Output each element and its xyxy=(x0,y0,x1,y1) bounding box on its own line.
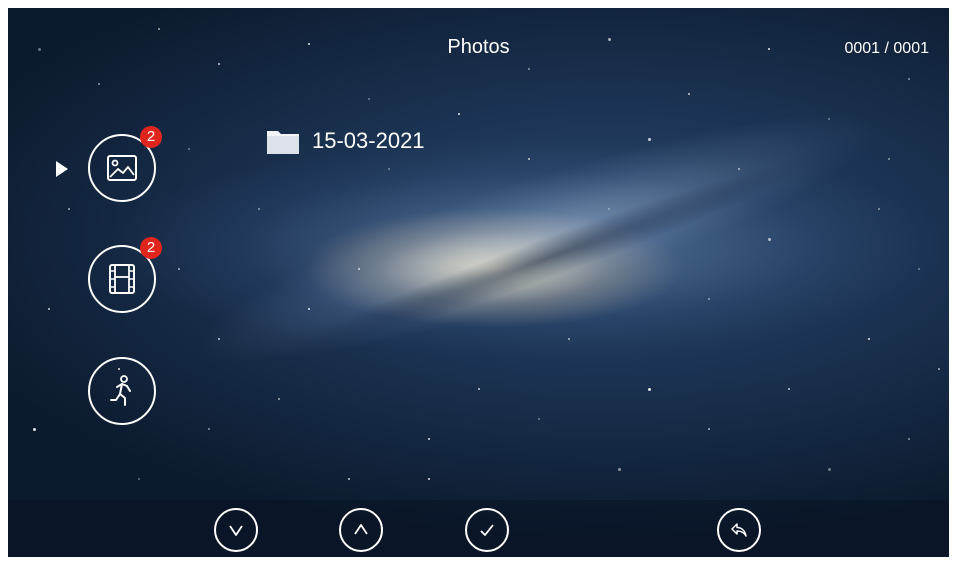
star xyxy=(908,438,910,440)
star xyxy=(218,338,220,340)
star xyxy=(618,468,621,471)
check-icon xyxy=(480,524,494,536)
running-person-icon xyxy=(110,375,131,406)
star xyxy=(528,158,530,160)
star xyxy=(48,308,50,310)
star xyxy=(828,468,831,471)
star xyxy=(158,28,160,30)
star xyxy=(828,118,830,120)
star xyxy=(788,388,790,390)
star xyxy=(98,83,100,85)
videos-count-badge: 2 xyxy=(140,237,162,259)
star xyxy=(428,438,430,440)
film-icon xyxy=(109,264,135,294)
motion-category-button[interactable] xyxy=(88,357,156,425)
star xyxy=(258,208,260,210)
star xyxy=(888,158,890,160)
star xyxy=(68,208,70,210)
star xyxy=(688,93,690,95)
galaxy-background xyxy=(177,69,899,407)
folder-name: 15-03-2021 xyxy=(312,128,425,153)
star xyxy=(648,388,651,391)
back-button[interactable] xyxy=(717,508,761,552)
scroll-up-button[interactable] xyxy=(339,508,383,552)
star xyxy=(188,148,190,150)
chevron-up-icon xyxy=(354,524,368,535)
star xyxy=(938,368,940,370)
bottom-toolbar xyxy=(8,500,949,557)
star xyxy=(348,478,350,480)
star xyxy=(568,338,570,340)
folder-icon xyxy=(267,131,299,154)
star xyxy=(368,98,370,100)
photos-count-badge: 2 xyxy=(140,126,162,148)
star xyxy=(208,428,210,430)
star xyxy=(868,338,870,340)
return-arrow-icon xyxy=(731,523,747,537)
star xyxy=(608,208,610,210)
star xyxy=(428,478,430,480)
star xyxy=(708,428,710,430)
star xyxy=(528,68,530,70)
star xyxy=(278,398,280,400)
star xyxy=(458,113,460,115)
star xyxy=(538,418,540,420)
star xyxy=(878,208,880,210)
folder-item[interactable]: 15-03-2021 xyxy=(266,126,425,156)
scroll-down-button[interactable] xyxy=(214,508,258,552)
star xyxy=(33,428,36,431)
selection-pointer-icon xyxy=(56,161,68,177)
star xyxy=(738,168,740,170)
star xyxy=(478,388,480,390)
star xyxy=(358,268,360,270)
photo-browser-screen: Photos 0001 / 0001 2 2 15-03-2021 xyxy=(8,8,949,557)
page-title: Photos xyxy=(447,36,510,58)
star xyxy=(218,63,220,65)
star xyxy=(908,78,910,80)
page-counter: 0001 / 0001 xyxy=(844,40,929,57)
star xyxy=(138,478,140,480)
confirm-button[interactable] xyxy=(465,508,509,552)
star xyxy=(648,138,651,141)
star xyxy=(768,238,771,241)
photos-category-button[interactable]: 2 xyxy=(88,126,162,202)
star xyxy=(708,298,710,300)
star xyxy=(388,168,390,170)
star xyxy=(308,308,310,310)
videos-category-button[interactable]: 2 xyxy=(88,237,162,313)
image-icon xyxy=(107,155,137,181)
star xyxy=(918,268,920,270)
chevron-down-icon xyxy=(229,525,243,536)
star xyxy=(178,268,180,270)
